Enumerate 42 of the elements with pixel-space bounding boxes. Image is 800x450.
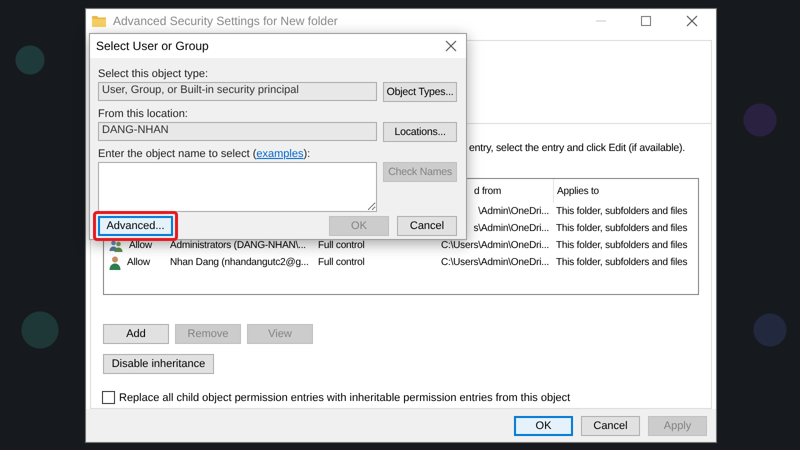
table-cell: Allow <box>127 257 150 268</box>
dialog-button[interactable]: Advanced... <box>98 216 173 236</box>
table-cell: s\Admin\OneDri... <box>473 223 549 234</box>
column-header: d from <box>474 186 502 196</box>
table-cell: Full control <box>318 240 365 251</box>
location-button[interactable]: Locations... <box>383 122 457 142</box>
checkbox[interactable] <box>102 391 115 404</box>
close-icon[interactable] <box>686 15 698 27</box>
footer-button[interactable]: Cancel <box>581 416 640 436</box>
object-type-field: User, Group, or Built-in security principal <box>98 82 378 101</box>
object-type-button[interactable]: Object Types... <box>383 82 457 102</box>
user-icon <box>109 256 121 270</box>
checkbox-label: Replace all child object permission entries with inheritable permission entries from this object <box>119 392 570 404</box>
maximize-icon[interactable] <box>640 16 651 26</box>
examples-link[interactable]: examples <box>256 148 304 160</box>
table-cell: C:\Users\Admin\OneDri... <box>440 240 549 251</box>
instruction-text: entry, select the entry and click Edit (if available). <box>469 142 686 156</box>
folder-icon <box>92 15 106 27</box>
dialog-button[interactable]: Cancel <box>397 216 457 236</box>
table-cell: This folder, subfolders and files <box>556 257 688 268</box>
group-icon <box>109 238 123 252</box>
disable-inheritance-button[interactable]: Disable inheritance <box>103 354 214 374</box>
field-label: Select this object type: <box>98 68 210 82</box>
table-cell: Full control <box>318 257 365 268</box>
field-label: From this location: <box>98 108 189 122</box>
location-field: DANG-NHAN <box>98 122 378 141</box>
object-name-input[interactable] <box>98 162 378 212</box>
table-cell: This folder, subfolders and files <box>556 223 688 234</box>
window-title: Advanced Security Settings for New folder <box>113 14 339 28</box>
footer-button[interactable]: OK <box>514 416 573 436</box>
table-cell: This folder, subfolders and files <box>556 240 688 251</box>
table-cell: C:\Users\Admin\OneDri... <box>440 257 549 268</box>
table-cell: This folder, subfolders and files <box>556 206 688 217</box>
table-cell: \Admin\OneDri... <box>478 206 549 217</box>
table-cell: Allow <box>129 240 152 251</box>
table-cell: Administrators (DANG-NHAN\... <box>170 240 306 251</box>
field-label: Enter the object name to select (examples): <box>98 148 312 162</box>
table-cell: Nhan Dang (nhandangutc2@g... <box>170 257 309 268</box>
column-header: Applies to <box>557 186 599 196</box>
entry-button[interactable]: Add <box>103 324 169 344</box>
close-icon[interactable] <box>445 40 457 52</box>
dialog-title: Select User or Group <box>96 39 209 53</box>
